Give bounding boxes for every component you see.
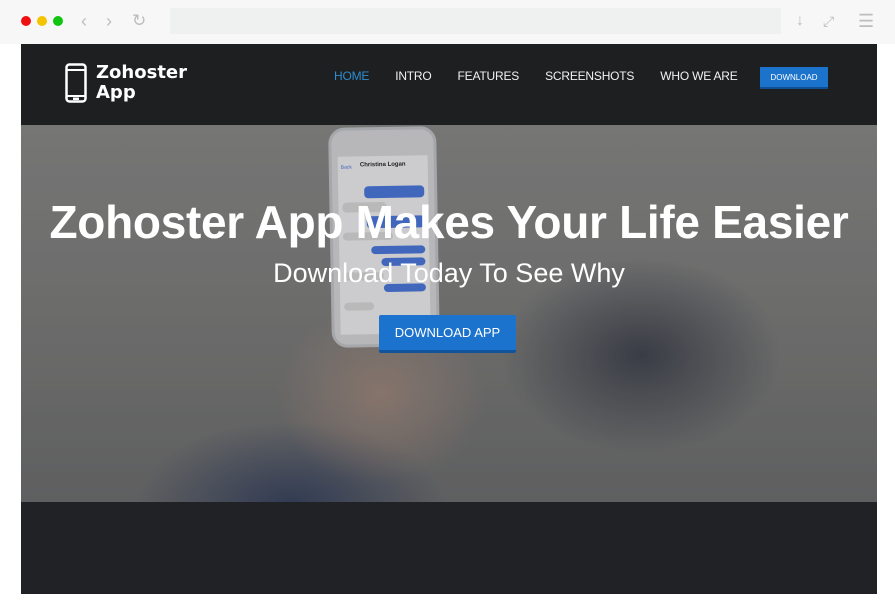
dark-section [21, 502, 877, 594]
download-icon[interactable]: ↓ [796, 10, 804, 32]
nav-who-we-are[interactable]: WHO WE ARE [660, 69, 738, 83]
website-viewport: Zohoster App HOME INTRO FEATURES SCREENS… [21, 44, 877, 594]
chevron-right-icon[interactable]: › [106, 10, 112, 32]
hero-title: Zohoster App Makes Your Life Easier [49, 196, 849, 248]
nav-features[interactable]: FEATURES [458, 69, 520, 83]
logo-line-2: App [96, 82, 136, 103]
expand-icon[interactable]: ⤢ [823, 10, 834, 32]
maximize-window-button[interactable] [53, 16, 63, 26]
nav-home[interactable]: HOME [334, 69, 369, 83]
hero-subtitle: Download Today To See Why [273, 258, 625, 288]
minimize-window-button[interactable] [37, 16, 47, 26]
logo[interactable]: Zohoster App [65, 63, 187, 103]
hero-section: Back Christina Logan Zohoster App Makes … [21, 125, 877, 502]
chevron-left-icon[interactable]: ‹ [81, 10, 87, 32]
smartphone-icon [65, 63, 87, 103]
close-window-button[interactable] [21, 16, 31, 26]
reload-icon[interactable]: ↻ [132, 10, 146, 32]
browser-toolbar: ‹ › ↻ ↓ ⤢ ☰ [0, 0, 895, 44]
logo-line-1: Zohoster [96, 62, 188, 83]
download-button[interactable]: DOWNLOAD [760, 67, 828, 89]
nav-screenshots[interactable]: SCREENSHOTS [545, 69, 634, 83]
hamburger-menu-icon[interactable]: ☰ [858, 10, 874, 32]
nav-intro[interactable]: INTRO [395, 69, 432, 83]
download-app-button[interactable]: DOWNLOAD APP [379, 315, 516, 353]
site-header: Zohoster App HOME INTRO FEATURES SCREENS… [21, 44, 877, 125]
address-bar[interactable] [170, 8, 781, 34]
